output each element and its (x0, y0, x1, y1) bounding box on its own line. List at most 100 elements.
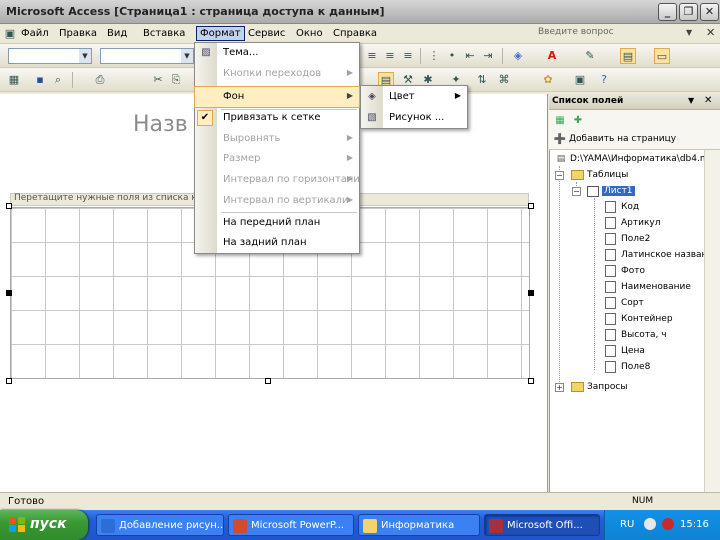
tree-item-field[interactable]: Наименование (621, 282, 691, 292)
resize-handle[interactable] (6, 203, 12, 209)
collapse-icon[interactable]: − (572, 187, 581, 196)
fill-color-icon[interactable]: ◈ (510, 48, 526, 64)
word-icon (101, 519, 115, 533)
field-list-scrollbar[interactable] (704, 150, 720, 492)
taskbar-item-powerpoint[interactable]: Microsoft PowerP... (228, 514, 354, 536)
tree-item-field[interactable]: Поле2 (621, 234, 650, 244)
menu-view[interactable]: Вид (104, 27, 130, 40)
resize-handle[interactable] (6, 290, 12, 296)
resize-handle[interactable] (528, 378, 534, 384)
print-icon[interactable]: ⎙ (92, 72, 108, 88)
menu-item-label: Интервал по горизонтали (223, 174, 360, 185)
align-right-icon[interactable]: ≡ (400, 48, 416, 64)
taskbar-item-word[interactable]: Добавление рисун... (96, 514, 224, 536)
volume-icon[interactable] (644, 518, 656, 530)
filter-icon[interactable]: ⌘ (496, 72, 512, 88)
collapse-icon[interactable]: − (555, 171, 564, 180)
resize-handle[interactable] (528, 203, 534, 209)
menu-item-bring-to-front[interactable]: На передний план (195, 213, 359, 233)
menu-insert[interactable]: Вставка (140, 27, 188, 40)
menu-edit[interactable]: Правка (56, 27, 100, 40)
tree-item-field[interactable]: Поле8 (621, 362, 650, 372)
security-icon[interactable] (662, 518, 674, 530)
decrease-indent-icon[interactable]: ⇤ (462, 48, 478, 64)
submenu-item-picture[interactable]: ▧ Рисунок ... (361, 108, 467, 129)
menu-file[interactable]: Файл (18, 27, 52, 40)
language-indicator[interactable]: RU (620, 519, 634, 530)
restore-button[interactable]: ❐ (679, 3, 698, 21)
menu-item-navigation-buttons: Кнопки переходов ▶ (195, 64, 359, 84)
align-left-icon[interactable]: ≡ (364, 48, 380, 64)
search-icon[interactable]: ⌕ (50, 72, 66, 88)
object-combo[interactable]: ▼ (8, 48, 92, 64)
field-icon (605, 249, 616, 261)
close-icon[interactable]: ✕ (704, 95, 712, 106)
bullets-icon[interactable]: • (444, 48, 460, 64)
add-to-page-button[interactable]: Добавить на страницу (569, 134, 676, 144)
close-document-button[interactable]: ✕ (706, 26, 715, 39)
formatting-toolbar: ▼ ▼ ≡ ≡ ≡ ⋮ • ⇤ ⇥ ◈ A ✎ ▤ ▭ (0, 44, 720, 68)
menu-item-background[interactable]: Фон ▶ (194, 86, 360, 108)
menu-item-label: Привязать к сетке (223, 112, 321, 123)
task-label: Microsoft PowerP... (251, 520, 344, 531)
new-object-icon[interactable]: ▣ (572, 72, 588, 88)
menu-tools[interactable]: Сервис (245, 27, 288, 40)
submenu-arrow-icon: ▶ (346, 174, 353, 183)
menu-item-align: Выровнять ▶ (195, 129, 359, 149)
menu-window[interactable]: Окно (293, 27, 326, 40)
align-center-icon[interactable]: ≡ (382, 48, 398, 64)
menu-item-send-to-back[interactable]: На задний план (195, 233, 359, 253)
save-icon[interactable]: ▪ (32, 72, 48, 88)
field-icon (605, 345, 616, 357)
menu-item-theme[interactable]: ▨ Тема... (195, 43, 359, 63)
increase-indent-icon[interactable]: ⇥ (480, 48, 496, 64)
tree-item-field[interactable]: Высота, ч (621, 330, 667, 340)
sort-icon[interactable]: ⇅ (474, 72, 490, 88)
line-style-icon[interactable]: ▤ (620, 48, 636, 64)
tree-item-tables[interactable]: Таблицы (587, 170, 628, 180)
taskbar-item-folder[interactable]: Информатика (358, 514, 480, 536)
add-to-page-icon[interactable]: ➕ (553, 133, 567, 147)
chevron-down-icon[interactable]: ▼ (686, 28, 692, 37)
menu-item-label: Кнопки переходов (223, 68, 322, 79)
numbering-icon[interactable]: ⋮ (426, 48, 442, 64)
tree-item-field[interactable]: Код (621, 202, 639, 212)
tree-item-field[interactable]: Цена (621, 346, 645, 356)
submenu-item-color[interactable]: ◈ Цвет ▶ (361, 87, 467, 108)
tree-item-field[interactable]: Сорт (621, 298, 644, 308)
line-color-icon[interactable]: ✎ (582, 48, 598, 64)
minimize-button[interactable]: _ (658, 3, 677, 21)
menu-help[interactable]: Справка (330, 27, 380, 40)
tree-item-field[interactable]: Контейнер (621, 314, 673, 324)
tree-item-field[interactable]: Артикул (621, 218, 660, 228)
view-icon[interactable]: ▦ (6, 72, 22, 88)
copy-icon[interactable]: ⎘ (168, 72, 184, 88)
table-icon (587, 186, 599, 197)
special-effect-icon[interactable]: ▭ (654, 48, 670, 64)
taskbar-item-access[interactable]: Microsoft Offi... (484, 514, 600, 536)
font-color-icon[interactable]: A (544, 48, 560, 64)
add-object-icon[interactable]: ✚ (571, 114, 585, 128)
font-combo[interactable]: ▼ (100, 48, 194, 64)
access-doc-icon[interactable]: ▣ (2, 26, 18, 42)
chevron-down-icon[interactable]: ▼ (688, 96, 694, 105)
menu-item-snap-to-grid[interactable]: ✔ Привязать к сетке (195, 108, 359, 128)
tree-item-queries[interactable]: Запросы (587, 382, 627, 392)
cut-icon[interactable]: ✂ (150, 72, 166, 88)
expand-icon[interactable]: + (555, 383, 564, 392)
relationship-icon[interactable]: ✿ (540, 72, 556, 88)
close-button[interactable]: ✕ (700, 3, 719, 21)
resize-handle[interactable] (265, 378, 271, 384)
tree-item-table[interactable]: Лист1 (602, 186, 635, 196)
field-icon (605, 217, 616, 229)
resize-handle[interactable] (6, 378, 12, 384)
field-icon (605, 297, 616, 309)
new-table-icon[interactable]: ▦ (553, 114, 567, 128)
menu-format[interactable]: Формат (196, 26, 245, 41)
help-icon[interactable]: ? (596, 72, 612, 88)
resize-handle[interactable] (528, 290, 534, 296)
database-path[interactable]: D:\YAMA\Информатика\db4.mdb (570, 154, 720, 164)
help-search-input[interactable]: Введите вопрос (538, 27, 678, 42)
tree-item-field[interactable]: Фото (621, 266, 645, 276)
menu-item-label: Размер (223, 153, 261, 164)
